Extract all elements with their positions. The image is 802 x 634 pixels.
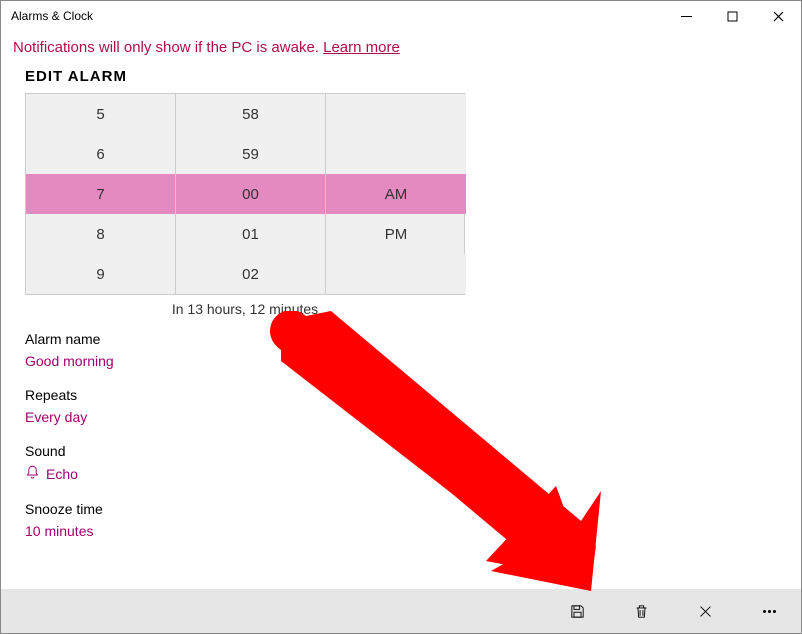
bell-icon <box>25 465 40 483</box>
hour-option[interactable]: 5 <box>26 94 175 134</box>
ampm-column[interactable]: AM PM <box>326 94 466 294</box>
minute-column[interactable]: 58 59 00 01 02 <box>176 94 326 294</box>
minute-option[interactable]: 01 <box>176 214 325 254</box>
countdown-text: In 13 hours, 12 minutes <box>25 295 465 331</box>
ampm-option-selected[interactable]: AM <box>326 174 466 214</box>
delete-button[interactable] <box>621 591 661 631</box>
command-bar <box>1 589 801 633</box>
maximize-button[interactable] <box>709 1 755 31</box>
sound-field[interactable]: Sound Echo <box>25 443 777 483</box>
alarm-name-value[interactable]: Good morning <box>25 353 777 369</box>
page-title: EDIT ALARM <box>25 68 777 85</box>
ampm-blank <box>326 94 466 134</box>
sound-label: Sound <box>25 443 777 459</box>
repeats-field[interactable]: Repeats Every day <box>25 387 777 425</box>
alarm-name-field[interactable]: Alarm name Good morning <box>25 331 777 369</box>
minute-option-selected[interactable]: 00 <box>176 174 325 214</box>
minute-option[interactable]: 59 <box>176 134 325 174</box>
notification-banner: Notifications will only show if the PC i… <box>1 31 801 68</box>
time-picker[interactable]: 5 6 7 8 9 58 59 00 01 02 AM PM <box>25 93 465 295</box>
alarm-name-label: Alarm name <box>25 331 777 347</box>
window-controls <box>663 1 801 31</box>
snooze-field[interactable]: Snooze time 10 minutes <box>25 501 777 539</box>
minute-option[interactable]: 02 <box>176 254 325 294</box>
repeats-label: Repeats <box>25 387 777 403</box>
close-button[interactable] <box>755 1 801 31</box>
repeats-value[interactable]: Every day <box>25 409 777 425</box>
hour-column[interactable]: 5 6 7 8 9 <box>26 94 176 294</box>
learn-more-link[interactable]: Learn more <box>323 39 400 56</box>
minimize-button[interactable] <box>663 1 709 31</box>
hour-option[interactable]: 9 <box>26 254 175 294</box>
ampm-option[interactable]: PM <box>326 214 466 254</box>
snooze-label: Snooze time <box>25 501 777 517</box>
sound-value-row[interactable]: Echo <box>25 465 777 483</box>
hour-option[interactable]: 6 <box>26 134 175 174</box>
minute-option[interactable]: 58 <box>176 94 325 134</box>
window-title: Alarms & Clock <box>11 9 93 23</box>
more-button[interactable] <box>749 591 789 631</box>
sound-value: Echo <box>46 466 78 482</box>
ampm-blank <box>326 254 466 294</box>
titlebar: Alarms & Clock <box>1 1 801 31</box>
cancel-button[interactable] <box>685 591 725 631</box>
save-button[interactable] <box>557 591 597 631</box>
notification-text: Notifications will only show if the PC i… <box>13 39 323 56</box>
hour-option[interactable]: 8 <box>26 214 175 254</box>
hour-option-selected[interactable]: 7 <box>26 174 175 214</box>
ampm-blank <box>326 134 466 174</box>
snooze-value[interactable]: 10 minutes <box>25 523 777 539</box>
